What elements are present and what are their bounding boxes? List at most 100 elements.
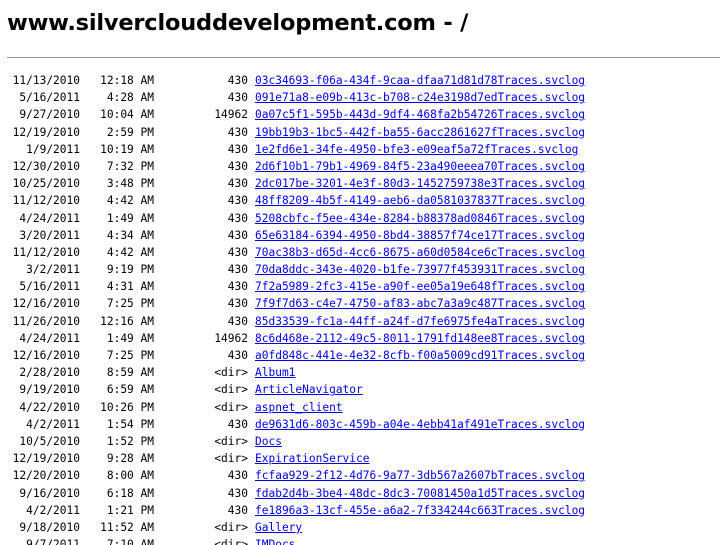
listing-row: 10/5/2010 1:52 PM <dir> Docs: [8, 433, 585, 450]
entry-size: 430: [227, 142, 248, 156]
entry-date: 5/16/2011: [19, 91, 80, 105]
file-listing: 11/13/2010 12:18 AM 430 03c34693-f06a-434f-…: [8, 72, 585, 545]
entry-time: 9:28 AM: [106, 452, 154, 466]
listing-row: 9/27/2010 10:04 AM 14962 0a07c5f1-595b-443d…: [8, 106, 585, 123]
file-link[interactable]: 7f9f7d63-c4e7-4750-af83-abc7a3a9c487Trac…: [255, 295, 585, 312]
file-link[interactable]: fdab2d4b-3be4-48dc-8dc3-70081450a1d5Trac…: [255, 485, 585, 502]
directory-link[interactable]: Gallery: [255, 519, 302, 536]
entry-time: 9:19 PM: [106, 263, 154, 277]
entry-time: 1:21 PM: [106, 503, 154, 517]
file-link[interactable]: 1e2fd6e1-34fe-4950-bfe3-e09eaf5a72fTrace…: [255, 141, 578, 158]
listing-row: 12/19/2010 9:28 AM <dir> ExpirationService: [8, 450, 585, 467]
entry-time: 1:52 PM: [106, 434, 154, 448]
file-link[interactable]: fcfaa929-2f12-4d76-9a77-3db567a2607bTrac…: [255, 467, 585, 484]
entry-time: 6:59 AM: [106, 383, 154, 397]
entry-size: 430: [227, 159, 248, 173]
column-gap: [248, 347, 255, 364]
entry-size: 430: [227, 503, 248, 517]
entry-date: 5/16/2011: [19, 280, 80, 294]
entry-size: 430: [227, 469, 248, 483]
entry-date: 11/26/2010: [12, 314, 80, 328]
file-link[interactable]: 2dc017be-3201-4e3f-80d3-1452759738e3Trac…: [255, 175, 585, 192]
file-link[interactable]: 7f2a5989-2fc3-415e-a90f-ee05a19e648fTrac…: [255, 278, 585, 295]
directory-link[interactable]: IMDocs: [255, 536, 295, 545]
entry-size: 14962: [214, 108, 248, 122]
column-gap: [248, 536, 255, 545]
entry-size: 430: [227, 314, 248, 328]
file-link[interactable]: 19bb19b3-1bc5-442f-ba55-6acc2861627fTrac…: [255, 124, 585, 141]
listing-row: 12/16/2010 7:25 PM 430 a0fd848c-441e-4e32-8…: [8, 347, 585, 364]
entry-date: 4/24/2011: [19, 331, 80, 345]
file-link[interactable]: fe1896a3-13cf-455e-a6a2-7f334244c663Trac…: [255, 502, 585, 519]
directory-listing-page: www.silverclouddevelopment.com - / 11/13…: [0, 0, 727, 545]
entry-date: 11/12/2010: [12, 245, 80, 259]
entry-date: 4/24/2011: [19, 211, 80, 225]
listing-row: 2/28/2010 8:59 AM <dir> Album1: [8, 364, 585, 381]
listing-row: 12/20/2010 8:00 AM 430 fcfaa929-2f12-4d76-9…: [8, 467, 585, 484]
file-link[interactable]: 0a07c5f1-595b-443d-9df4-468fa2b54726Trac…: [255, 106, 585, 123]
entry-time: 1:49 AM: [106, 331, 154, 345]
entry-time: 11:52 AM: [100, 520, 154, 534]
column-gap: [248, 433, 255, 450]
column-gap: [248, 485, 255, 502]
entry-time: 4:42 AM: [106, 194, 154, 208]
entry-size: 430: [227, 194, 248, 208]
entry-date: 12/20/2010: [12, 469, 80, 483]
entry-time: 4:31 AM: [106, 280, 154, 294]
file-link[interactable]: 48ff8209-4b5f-4149-aeb6-da0581037837Trac…: [255, 192, 585, 209]
directory-link[interactable]: Album1: [255, 364, 295, 381]
directory-link[interactable]: aspnet_client: [255, 399, 343, 416]
listing-row: 11/12/2010 4:42 AM 430 70ac38b3-d65d-4cc6-8…: [8, 244, 585, 261]
column-gap: [248, 124, 255, 141]
entry-size: 430: [227, 91, 248, 105]
entry-date: 4/2/2011: [26, 417, 80, 431]
page-title: www.silverclouddevelopment.com - /: [7, 10, 469, 36]
entry-date: 2/28/2010: [19, 366, 80, 380]
entry-size: <dir>: [214, 383, 248, 397]
entry-date: 9/18/2010: [19, 520, 80, 534]
entry-size: 430: [227, 74, 248, 87]
file-link[interactable]: 85d33539-fc1a-44ff-a24f-d7fe6975fe4aTrac…: [255, 313, 585, 330]
directory-link[interactable]: Docs: [255, 433, 282, 450]
column-gap: [248, 175, 255, 192]
entry-date: 4/22/2010: [19, 400, 80, 414]
listing-row: 5/16/2011 4:31 AM 430 7f2a5989-2fc3-415e-a9…: [8, 278, 585, 295]
entry-time: 10:26 PM: [100, 400, 154, 414]
entry-size: 430: [227, 417, 248, 431]
file-link[interactable]: 65e63184-6394-4950-8bd4-38857f74ce17Trac…: [255, 227, 585, 244]
entry-size: 430: [227, 280, 248, 294]
column-gap: [248, 244, 255, 261]
entry-size: 430: [227, 228, 248, 242]
column-gap: [248, 519, 255, 536]
listing-row: 11/13/2010 12:18 AM 430 03c34693-f06a-434f-…: [8, 72, 585, 89]
entry-date: 12/16/2010: [12, 349, 80, 362]
entry-date: 9/27/2010: [19, 108, 80, 122]
entry-time: 8:00 AM: [106, 469, 154, 483]
entry-size: 430: [227, 486, 248, 500]
entry-size: 430: [227, 211, 248, 225]
entry-time: 7:25 PM: [106, 349, 154, 362]
file-link[interactable]: 091e71a8-e09b-413c-b708-c24e3198d7edTrac…: [255, 89, 585, 106]
column-gap: [248, 192, 255, 209]
entry-time: 1:54 PM: [106, 417, 154, 431]
file-link[interactable]: 70da8ddc-343e-4020-b1fe-73977f453931Trac…: [255, 261, 585, 278]
directory-link[interactable]: ExpirationService: [255, 450, 370, 467]
column-gap: [248, 330, 255, 347]
file-link[interactable]: 8c6d468e-2112-49c5-8011-1791fd148ee8Trac…: [255, 330, 585, 347]
file-link[interactable]: 2d6f10b1-79b1-4969-84f5-23a490eeea70Trac…: [255, 158, 585, 175]
file-link[interactable]: 5208cbfc-f5ee-434e-8284-b88378ad0846Trac…: [255, 210, 585, 227]
listing-row: 10/25/2010 3:48 PM 430 2dc017be-3201-4e3f-8…: [8, 175, 585, 192]
file-link[interactable]: 03c34693-f06a-434f-9caa-dfaa71d81d78Trac…: [255, 72, 585, 89]
file-link[interactable]: de9631d6-803c-459b-a04e-4ebb41af491eTrac…: [255, 416, 585, 433]
directory-link[interactable]: ArticleNavigator: [255, 381, 363, 398]
column-gap: [248, 72, 255, 89]
entry-size: 430: [227, 297, 248, 311]
entry-time: 12:16 AM: [100, 314, 154, 328]
file-link[interactable]: a0fd848c-441e-4e32-8cfb-f00a5009cd91Trac…: [255, 347, 585, 364]
column-gap: [248, 502, 255, 519]
file-link[interactable]: 70ac38b3-d65d-4cc6-8675-a60d0584ce6cTrac…: [255, 244, 585, 261]
entry-time: 8:59 AM: [106, 366, 154, 380]
entry-time: 7:32 PM: [106, 159, 154, 173]
column-gap: [248, 278, 255, 295]
entry-time: 3:48 PM: [106, 177, 154, 191]
